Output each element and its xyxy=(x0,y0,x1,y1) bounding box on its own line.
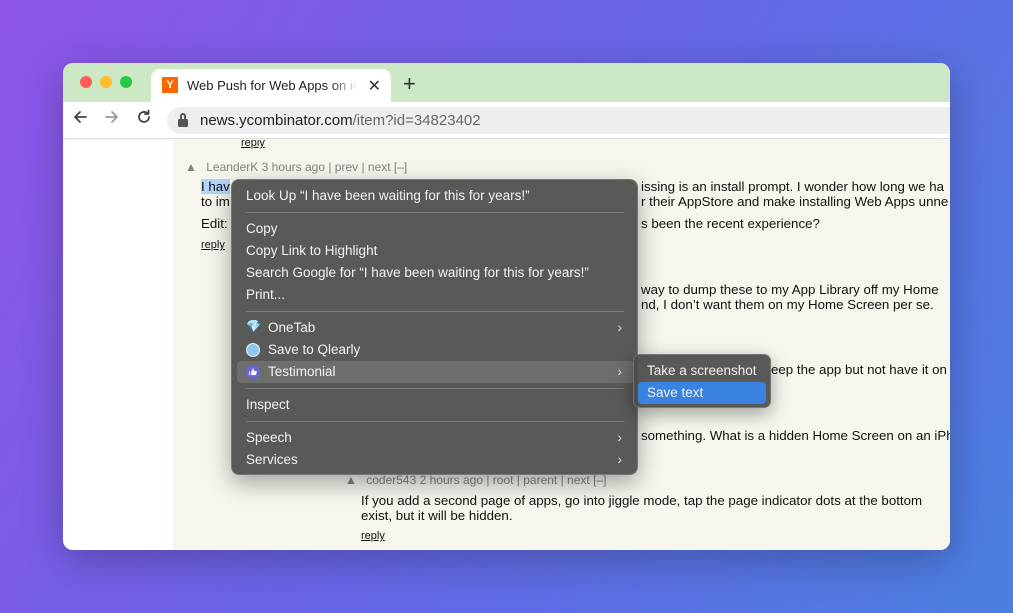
reply-link[interactable]: reply xyxy=(201,239,225,251)
reply-link[interactable]: reply xyxy=(361,530,385,542)
comment-text: Edit: xyxy=(201,216,228,231)
upvote-arrow-icon[interactable]: ▲ xyxy=(185,160,197,174)
menu-item-testimonial[interactable]: Testimonial › xyxy=(237,361,634,383)
menu-item-save-qlearly[interactable]: Save to Qlearly xyxy=(237,339,634,361)
context-menu: Look Up “I have been waiting for this fo… xyxy=(231,179,638,475)
thumbs-up-icon xyxy=(246,365,260,379)
testimonial-submenu: Take a screenshot Save text xyxy=(633,354,771,408)
url-host: news.ycombinator.com xyxy=(200,112,353,129)
menu-item-label: Copy Link to Highlight xyxy=(246,243,378,258)
comment-text: way to dump these to my App Library off … xyxy=(641,282,939,297)
menu-item-services[interactable]: Services › xyxy=(237,449,634,471)
comment-header: ▲ LeanderK 3 hours ago | prev | next [–] xyxy=(185,160,407,174)
chevron-right-icon: › xyxy=(617,363,622,379)
minimize-window-button[interactable] xyxy=(100,76,112,88)
comment-text: r their AppStore and make installing Web… xyxy=(641,194,949,209)
menu-item-label: Search Google for “I have been waiting f… xyxy=(246,265,589,280)
comment-text: eep the app but not have it on xyxy=(771,362,947,377)
chevron-right-icon: › xyxy=(617,429,622,445)
menu-item-label: Services xyxy=(246,452,298,467)
menu-item-label: Testimonial xyxy=(268,364,336,379)
comment-text: s been the recent experience? xyxy=(641,216,820,231)
menu-item-speech[interactable]: Speech › xyxy=(237,427,634,449)
hn-favicon-icon: Y xyxy=(162,77,178,93)
text-selection: I hav xyxy=(201,179,230,194)
onetab-gem-icon: 💎 xyxy=(246,319,261,333)
comment-text: to im xyxy=(201,194,230,209)
menu-item-label: Save to Qlearly xyxy=(268,342,361,357)
menu-separator xyxy=(246,212,624,213)
menu-item-label: Copy xyxy=(246,221,278,236)
chevron-right-icon: › xyxy=(617,319,622,335)
reload-icon[interactable] xyxy=(136,109,152,130)
back-arrow-icon[interactable] xyxy=(72,109,88,130)
comment-meta: coder543 2 hours ago | root | parent | n… xyxy=(366,473,607,487)
menu-item-copy-link[interactable]: Copy Link to Highlight xyxy=(237,240,634,262)
menu-separator xyxy=(246,388,624,389)
new-tab-button[interactable]: + xyxy=(403,71,416,97)
submenu-item-label: Save text xyxy=(647,385,704,400)
url-path: /item?id=34823402 xyxy=(352,112,481,129)
menu-item-inspect[interactable]: Inspect xyxy=(237,394,634,416)
tab-close-icon[interactable]: ✕ xyxy=(368,76,381,96)
url-text: news.ycombinator.com/item?id=34823402 xyxy=(200,112,481,129)
comment-text: issing is an install prompt. I wonder ho… xyxy=(641,179,945,194)
menu-item-label: Print... xyxy=(246,287,286,302)
selected-text[interactable]: I hav xyxy=(201,179,230,194)
tab-title: Web Push for Web Apps on iOS xyxy=(187,78,357,93)
comment-text: nd, I don’t want them on my Home Screen … xyxy=(641,297,934,312)
menu-item-label: Speech xyxy=(246,430,292,445)
toolbar: news.ycombinator.com/item?id=34823402 xyxy=(63,102,950,139)
qlearly-icon xyxy=(246,343,260,357)
menu-separator xyxy=(246,311,624,312)
menu-item-onetab[interactable]: 💎 OneTab › xyxy=(237,317,634,339)
comment-meta: LeanderK 3 hours ago | prev | next [–] xyxy=(206,160,408,174)
comment-text: exist, but it will be hidden. xyxy=(361,508,513,523)
menu-item-label: Inspect xyxy=(246,397,290,412)
forward-arrow-icon[interactable] xyxy=(104,109,120,130)
close-window-button[interactable] xyxy=(80,76,92,88)
reply-link[interactable]: reply xyxy=(241,140,265,149)
submenu-item-save-text[interactable]: Save text xyxy=(638,382,766,404)
menu-item-copy[interactable]: Copy xyxy=(237,218,634,240)
menu-separator xyxy=(246,421,624,422)
maximize-window-button[interactable] xyxy=(120,76,132,88)
menu-item-print[interactable]: Print... xyxy=(237,284,634,306)
comment-header: ▲ coder543 2 hours ago | root | parent |… xyxy=(345,473,606,487)
lock-icon xyxy=(178,113,188,127)
comment-text: something. What is a hidden Home Screen … xyxy=(641,428,950,443)
upvote-arrow-icon[interactable]: ▲ xyxy=(345,473,357,487)
menu-item-search-google[interactable]: Search Google for “I have been waiting f… xyxy=(237,262,634,284)
menu-item-label: Look Up “I have been waiting for this fo… xyxy=(246,188,530,203)
menu-item-look-up[interactable]: Look Up “I have been waiting for this fo… xyxy=(237,185,634,207)
submenu-item-take-screenshot[interactable]: Take a screenshot xyxy=(638,360,766,382)
address-bar[interactable]: news.ycombinator.com/item?id=34823402 xyxy=(167,107,950,134)
chevron-right-icon: › xyxy=(617,451,622,467)
comment-text: If you add a second page of apps, go int… xyxy=(361,493,923,508)
menu-item-label: OneTab xyxy=(268,320,316,335)
tab-strip: Y Web Push for Web Apps on iOS ✕ + xyxy=(63,63,950,102)
submenu-item-label: Take a screenshot xyxy=(647,363,757,378)
active-tab[interactable]: Y Web Push for Web Apps on iOS ✕ xyxy=(151,69,391,102)
